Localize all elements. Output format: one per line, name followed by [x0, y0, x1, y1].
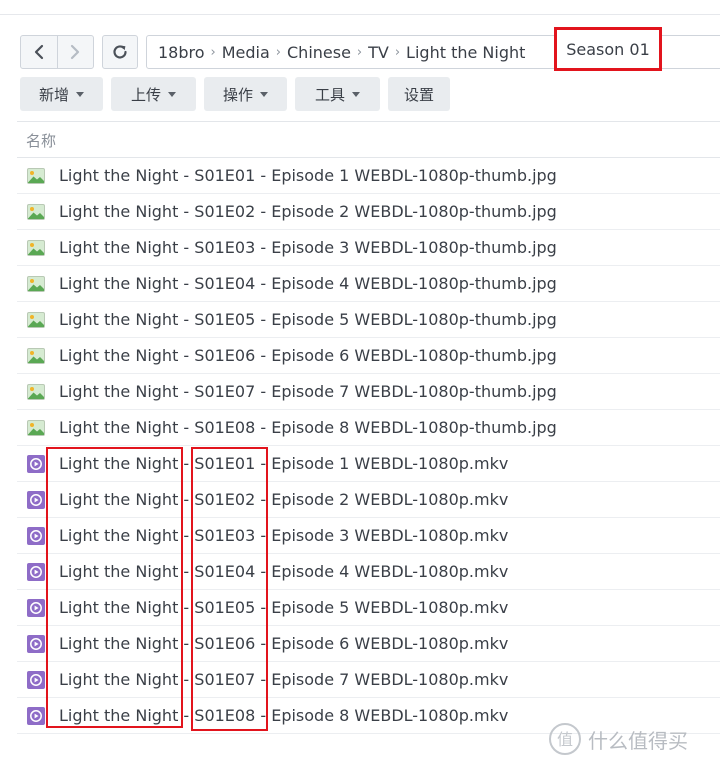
video-icon [27, 491, 45, 509]
file-name: Light the Night - S01E04 - Episode 4 WEB… [59, 274, 557, 293]
file-name: Light the Night - S01E04 - Episode 4 WEB… [59, 562, 509, 581]
video-icon [27, 527, 45, 545]
image-icon [27, 203, 45, 221]
chevron-right-icon: › [210, 44, 216, 60]
file-name: Light the Night - S01E07 - Episode 7 WEB… [59, 382, 557, 401]
action-menu-button[interactable]: 操作 [204, 77, 287, 111]
tools-label: 工具 [314, 85, 345, 104]
video-icon [27, 599, 45, 617]
file-name: Light the Night - S01E06 - Episode 6 WEB… [59, 346, 557, 365]
list-item[interactable]: Light the Night - S01E04 - Episode 4 WEB… [17, 266, 720, 302]
watermark-logo-icon: 值 [549, 723, 581, 755]
settings-button[interactable]: 设置 [388, 77, 450, 111]
video-icon [27, 635, 45, 653]
list-item[interactable]: Light the Night - S01E01 - Episode 1 WEB… [17, 158, 720, 194]
action-label: 操作 [222, 85, 253, 104]
file-name: Light the Night - S01E08 - Episode 8 WEB… [59, 706, 509, 725]
video-icon [27, 707, 45, 725]
file-name: Light the Night - S01E05 - Episode 5 WEB… [59, 598, 509, 617]
breadcrumb-item-media[interactable]: Media [222, 43, 270, 62]
refresh-button[interactable] [102, 35, 138, 69]
chevron-left-icon [34, 44, 43, 60]
caret-down-icon [260, 91, 268, 97]
list-item[interactable]: Light the Night - S01E01 - Episode 1 WEB… [17, 446, 720, 482]
create-label: 新增 [38, 85, 69, 104]
file-name: Light the Night - S01E08 - Episode 8 WEB… [59, 418, 557, 437]
list-item[interactable]: Light the Night - S01E08 - Episode 8 WEB… [17, 410, 720, 446]
chevron-right-icon: › [356, 44, 363, 60]
image-icon [27, 419, 45, 437]
watermark-symbol: 值 [557, 730, 573, 749]
file-name: Light the Night - S01E01 - Episode 1 WEB… [59, 454, 509, 473]
list-item[interactable]: Light the Night - S01E07 - Episode 7 WEB… [17, 662, 720, 698]
image-icon [27, 311, 45, 329]
breadcrumb-item-tv[interactable]: TV [368, 43, 389, 62]
breadcrumb-current-folder[interactable]: Season 01 [554, 27, 662, 71]
history-nav [20, 35, 94, 69]
file-name: Light the Night - S01E03 - Episode 3 WEB… [59, 238, 557, 257]
column-header-name[interactable]: 名称 [26, 130, 56, 151]
chevron-right-icon [71, 44, 80, 60]
upload-menu-button[interactable]: 上传 [111, 77, 196, 111]
video-icon [27, 563, 45, 581]
file-name: Light the Night - S01E06 - Episode 6 WEB… [59, 634, 509, 653]
list-item[interactable]: Light the Night - S01E07 - Episode 7 WEB… [17, 374, 720, 410]
refresh-icon [113, 45, 127, 59]
list-item[interactable]: Light the Night - S01E06 - Episode 6 WEB… [17, 338, 720, 374]
breadcrumb-item-18bro[interactable]: 18bro [158, 43, 205, 62]
file-name: Light the Night - S01E03 - Episode 3 WEB… [59, 526, 509, 545]
file-name: Light the Night - S01E07 - Episode 7 WEB… [59, 670, 509, 689]
tools-menu-button[interactable]: 工具 [295, 77, 380, 111]
file-name: Light the Night - S01E05 - Episode 5 WEB… [59, 310, 557, 329]
watermark: 值 什么值得买 [548, 722, 688, 756]
list-item[interactable]: Light the Night - S01E06 - Episode 6 WEB… [17, 626, 720, 662]
settings-label: 设置 [403, 85, 434, 104]
list-item[interactable]: Light the Night - S01E04 - Episode 4 WEB… [17, 554, 720, 590]
breadcrumb-item-chinese[interactable]: Chinese [287, 43, 351, 62]
list-item[interactable]: Light the Night - S01E03 - Episode 3 WEB… [17, 518, 720, 554]
breadcrumb-item-light-the-night[interactable]: Light the Night [406, 43, 525, 62]
back-button[interactable] [21, 36, 57, 68]
video-icon [27, 455, 45, 473]
image-icon [27, 275, 45, 293]
chevron-right-icon: › [394, 44, 401, 60]
chevron-right-icon: › [275, 44, 281, 60]
image-icon [27, 347, 45, 365]
toolbar: 新增 上传 操作 工具 设置 [20, 77, 450, 111]
list-item[interactable]: Light the Night - S01E03 - Episode 3 WEB… [17, 230, 720, 266]
image-icon [27, 167, 45, 185]
window-top-bar [0, 0, 720, 15]
list-item[interactable]: Light the Night - S01E02 - Episode 2 WEB… [17, 482, 720, 518]
image-icon [27, 239, 45, 257]
toolbar-divider [17, 121, 720, 122]
file-name: Light the Night - S01E02 - Episode 2 WEB… [59, 202, 557, 221]
image-icon [27, 383, 45, 401]
video-icon [27, 671, 45, 689]
create-menu-button[interactable]: 新增 [20, 77, 103, 111]
list-item[interactable]: Light the Night - S01E05 - Episode 5 WEB… [17, 302, 720, 338]
watermark-text: 什么值得买 [588, 728, 688, 753]
list-item[interactable]: Light the Night - S01E05 - Episode 5 WEB… [17, 590, 720, 626]
caret-down-icon [76, 91, 84, 97]
caret-down-icon [352, 91, 360, 97]
upload-label: 上传 [130, 85, 161, 104]
forward-button[interactable] [56, 36, 94, 68]
caret-down-icon [168, 91, 176, 97]
file-name: Light the Night - S01E01 - Episode 1 WEB… [59, 166, 557, 185]
file-name: Light the Night - S01E02 - Episode 2 WEB… [59, 490, 509, 509]
list-item[interactable]: Light the Night - S01E02 - Episode 2 WEB… [17, 194, 720, 230]
